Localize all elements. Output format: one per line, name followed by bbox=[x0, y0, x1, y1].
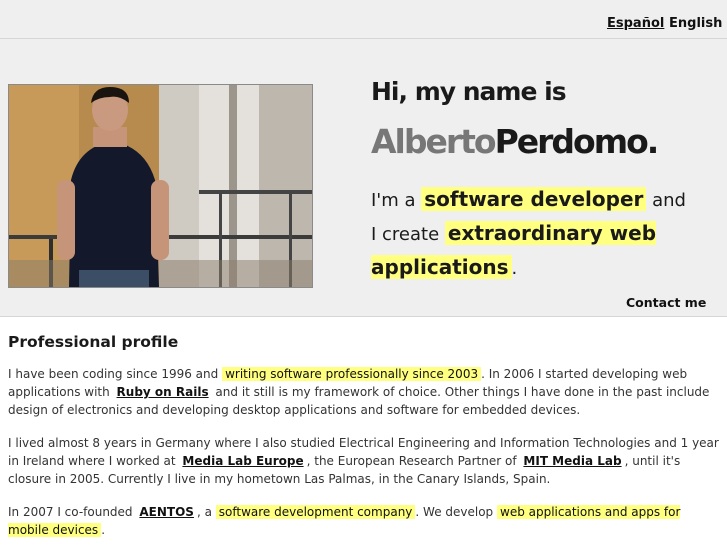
text: . We develop bbox=[415, 505, 494, 519]
media-lab-europe-link[interactable]: Media Lab Europe bbox=[179, 454, 306, 468]
tagline: I'm a software developer and I create ex… bbox=[371, 183, 691, 285]
profile-section: Professional profile I have been coding … bbox=[8, 333, 720, 554]
tagline-highlight-developer: software developer bbox=[421, 187, 647, 211]
full-name: AlbertoPerdomo. bbox=[371, 122, 660, 161]
contact-me-link[interactable]: Contact me bbox=[626, 295, 706, 310]
first-name: Alberto bbox=[371, 122, 497, 161]
highlight-software-company: software development company bbox=[215, 505, 416, 519]
highlight-since-2003: writing software professionally since 20… bbox=[222, 367, 482, 381]
hero-section: Hi, my name is AlbertoPerdomo. I'm a sof… bbox=[0, 39, 727, 317]
tagline-text: . bbox=[511, 258, 518, 279]
tagline-text: I'm a bbox=[371, 190, 416, 211]
text: . bbox=[101, 523, 106, 537]
profile-paragraph-1: I have been coding since 1996 and writin… bbox=[8, 365, 720, 419]
top-bar: Español English bbox=[0, 0, 727, 39]
profile-paragraph-3: In 2007 I co-founded AENTOS, a software … bbox=[8, 503, 720, 539]
greeting: Hi, my name is bbox=[371, 77, 567, 106]
lang-espanol-link[interactable]: Español bbox=[607, 16, 664, 31]
mit-media-lab-link[interactable]: MIT Media Lab bbox=[520, 454, 624, 468]
text: , a bbox=[196, 505, 212, 519]
profile-photo bbox=[8, 84, 313, 288]
aentos-link[interactable]: AENTOS bbox=[136, 505, 197, 519]
profile-photo-image bbox=[9, 85, 312, 287]
text: , the European Research Partner of bbox=[306, 454, 517, 468]
section-title: Professional profile bbox=[8, 333, 179, 351]
lang-english-link[interactable]: English bbox=[669, 16, 722, 31]
last-name: Perdomo. bbox=[494, 122, 660, 161]
text: I have been coding since 1996 and bbox=[8, 367, 219, 381]
text: In 2007 I co-founded bbox=[8, 505, 133, 519]
profile-paragraph-2: I lived almost 8 years in Germany where … bbox=[8, 434, 720, 488]
ruby-on-rails-link[interactable]: Ruby on Rails bbox=[114, 385, 212, 399]
